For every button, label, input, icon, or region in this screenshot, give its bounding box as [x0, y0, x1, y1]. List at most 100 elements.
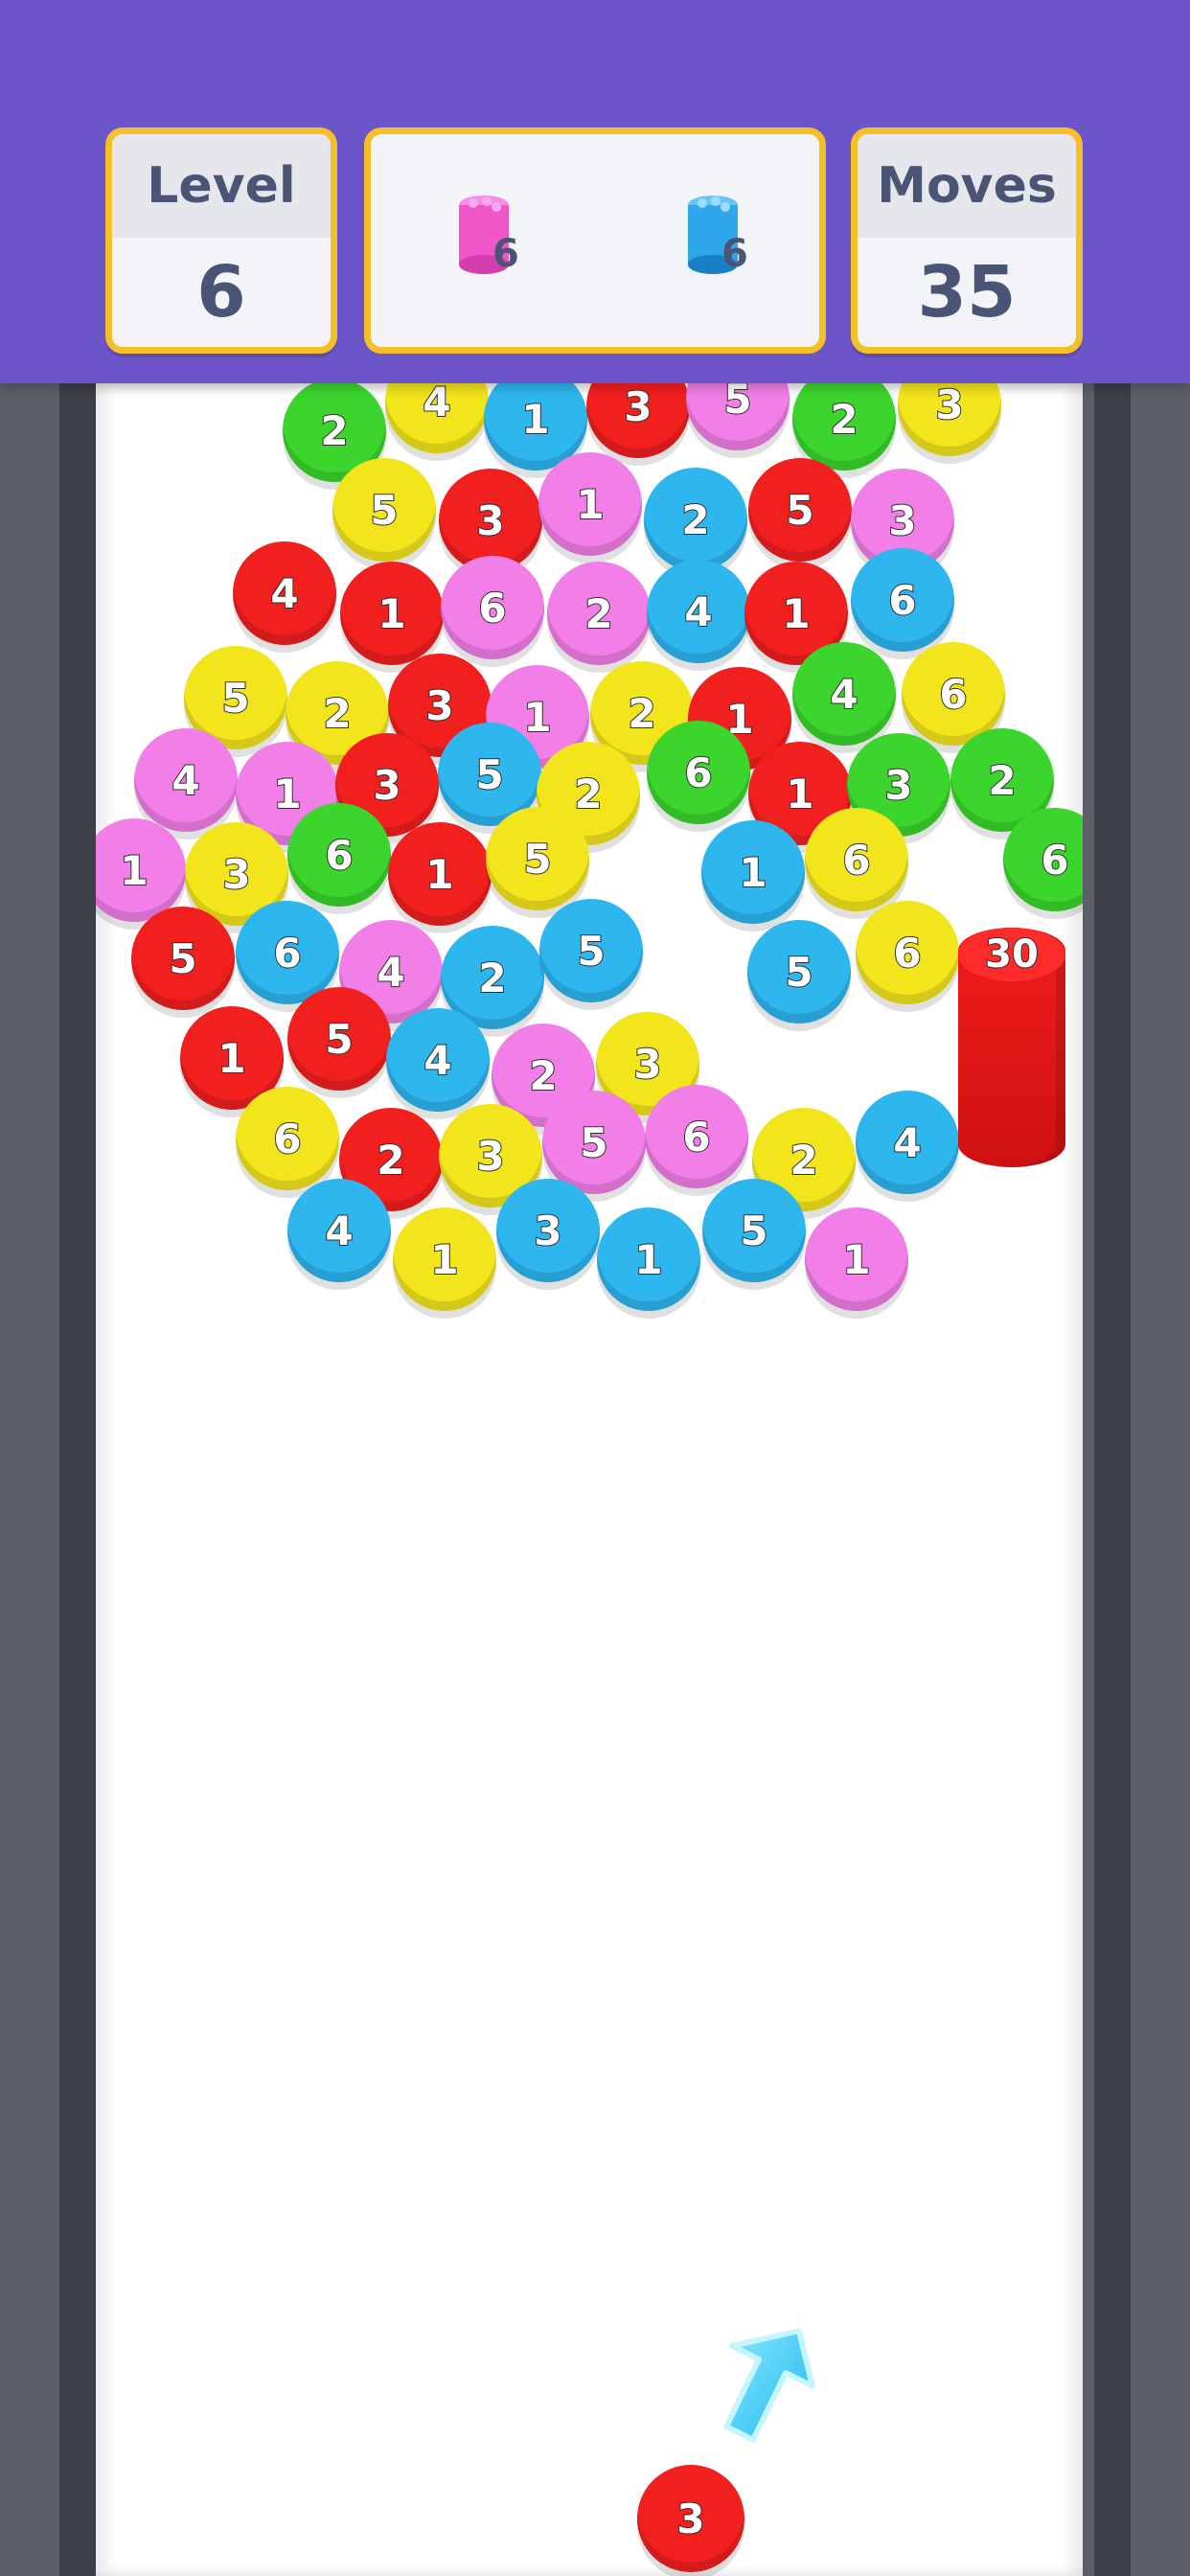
board-chip-value: 1	[738, 848, 767, 897]
board-chip: 6	[645, 1085, 748, 1188]
board-chip-value: 2	[322, 689, 352, 738]
board-chip-value: 6	[477, 584, 507, 632]
board-chip-value: 1	[119, 846, 149, 895]
board-chip: 6	[287, 803, 391, 907]
board-chip-value: 4	[683, 587, 713, 636]
board-chip: 5	[539, 899, 643, 1002]
board-chip-value: 1	[575, 480, 605, 529]
board-chip: 5	[486, 807, 589, 910]
board-chip-value: 5	[168, 934, 197, 983]
board-chip: 6	[856, 901, 959, 1004]
board-chip-value: 2	[829, 395, 858, 444]
board-chip: 3	[496, 1179, 600, 1282]
board-chip-value: 3	[533, 1207, 562, 1255]
board-chip-value: 2	[680, 495, 710, 544]
board-chip-value: 1	[522, 693, 552, 742]
board-chip-value: 2	[789, 1136, 818, 1184]
board-chip-value: 3	[372, 761, 401, 810]
goal-blue: 6	[679, 190, 785, 295]
board-chip: 4	[792, 642, 896, 746]
board-chip: 6	[236, 1087, 339, 1190]
red-tower-top: 30	[958, 928, 1065, 981]
board-chip-value: 3	[934, 383, 964, 429]
board-chip: 1	[805, 1208, 908, 1311]
board-chip-value: 3	[883, 761, 913, 810]
player-chip[interactable]: 3	[637, 2465, 744, 2572]
top-hud: Level 6 6 6 Moves 35	[0, 0, 1190, 383]
board-chip-value: 1	[429, 1235, 459, 1284]
board-chip-value: 4	[829, 670, 858, 719]
board-chip-value: 2	[376, 1136, 405, 1184]
board-chip: 5	[686, 383, 790, 450]
board-chip: 2	[792, 383, 896, 471]
board-chip-value: 5	[522, 835, 552, 884]
board-chip: 2	[547, 562, 651, 665]
board-chip: 4	[385, 383, 489, 453]
board-chip-value: 2	[477, 954, 507, 1002]
board-chip: 4	[647, 560, 750, 663]
board-chip-value: 1	[272, 770, 302, 818]
board-chip: 3	[586, 383, 690, 458]
board-chip-value: 1	[781, 589, 811, 638]
board-chip-value: 6	[272, 1115, 302, 1163]
board-chip-value: 4	[324, 1207, 354, 1255]
board-chip: 1	[340, 562, 444, 665]
board-chip-value: 4	[171, 756, 200, 805]
board-chip: 5	[131, 907, 235, 1010]
red-tower: 30	[958, 928, 1065, 1167]
board-chip-value: 5	[722, 383, 752, 424]
board-chip: 1	[393, 1208, 496, 1311]
aim-arrow-icon	[723, 2328, 815, 2443]
board-chip-value: 2	[319, 406, 349, 455]
board-chip-value: 3	[475, 1132, 505, 1181]
board-chip-value: 3	[632, 1040, 662, 1089]
board-chip-value: 3	[887, 496, 917, 545]
board-chip-value: 5	[784, 948, 813, 997]
board-chip-value: 1	[841, 1235, 871, 1284]
board-chip: 4	[233, 541, 336, 645]
board-chip-value: 4	[269, 569, 299, 618]
red-tower-count: 30	[984, 932, 1040, 978]
goal-pink: 6	[450, 190, 556, 295]
board-chip: 1	[701, 820, 805, 924]
game-board[interactable]: 2413523531253416241652312146413526132136…	[96, 383, 1083, 2576]
board-chip: 4	[386, 1008, 490, 1112]
board-chip: 4	[856, 1091, 959, 1194]
board-chip-value: 1	[217, 1034, 246, 1083]
board-chip-value: 6	[892, 929, 922, 978]
board-chip-value: 1	[633, 1235, 663, 1284]
moves-value: 35	[917, 251, 1017, 334]
board-chip: 6	[441, 556, 544, 659]
board-chip: 2	[644, 468, 747, 571]
board-chip: 5	[748, 458, 852, 562]
board-chip-value: 5	[579, 1118, 608, 1167]
board-chip-value: 2	[528, 1051, 558, 1100]
board-chip-value: 6	[938, 670, 968, 719]
board-chip: 6	[805, 808, 908, 911]
level-value: 6	[196, 251, 246, 334]
board-chip-value: 4	[422, 383, 451, 426]
board-chip-value: 1	[424, 850, 454, 899]
board-chip-value: 4	[892, 1118, 922, 1167]
board-chip-value: 6	[1040, 836, 1069, 885]
board-chip: 4	[134, 728, 238, 832]
board-chip-value: 6	[681, 1113, 711, 1162]
board-chip-value: 5	[324, 1015, 354, 1064]
level-label: Level	[112, 134, 331, 238]
goal-pink-count: 6	[492, 232, 519, 276]
board-chip-value: 3	[221, 850, 251, 899]
board-chip-value: 5	[576, 927, 606, 976]
board-chip-value: 4	[376, 948, 405, 997]
board-chip: 5	[702, 1179, 806, 1282]
board-chip-value: 4	[423, 1036, 452, 1085]
moves-card: Moves 35	[851, 127, 1083, 354]
board-chip: 1	[388, 822, 492, 926]
board-chip-value: 5	[474, 750, 504, 799]
board-chip-value: 5	[739, 1207, 768, 1255]
board-chip: 5	[287, 987, 391, 1091]
board-chip: 5	[542, 1091, 646, 1194]
board-chip-value: 2	[627, 689, 656, 738]
board-chip-value: 1	[785, 770, 814, 818]
board-chip-value: 5	[369, 486, 399, 535]
left-rail	[0, 383, 96, 2576]
